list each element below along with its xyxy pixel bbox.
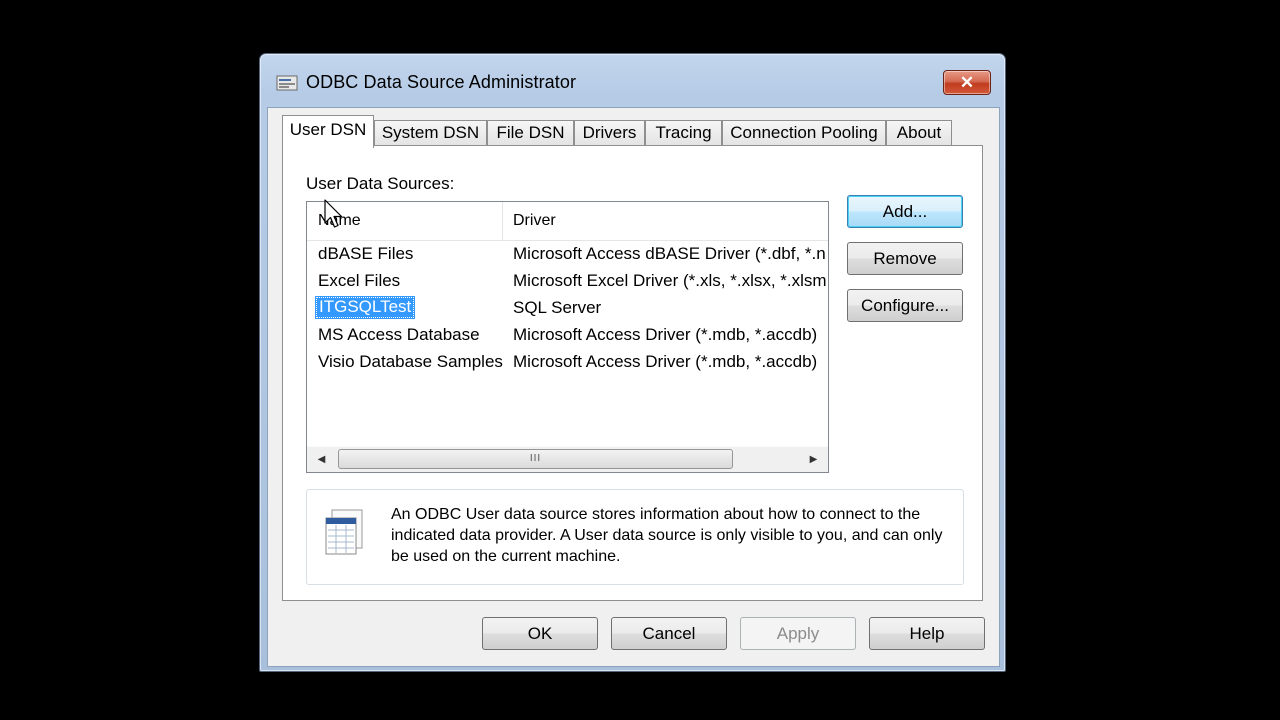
row-driver: Microsoft Excel Driver (*.xls, *.xlsx, *… [513,271,826,290]
close-button[interactable]: ✕ [943,70,991,95]
apply-button[interactable]: Apply [740,617,856,650]
tab-file-dsn[interactable]: File DSN [487,120,574,146]
tab-system-dsn[interactable]: System DSN [374,120,487,146]
row-driver: Microsoft Access Driver (*.mdb, *.accdb) [513,325,818,344]
odbc-admin-window: ODBC Data Source Administrator ✕ User DS… [259,53,1006,672]
cancel-button[interactable]: Cancel [611,617,727,650]
tab-user-dsn[interactable]: User DSN [282,115,374,148]
ok-button[interactable]: OK [482,617,598,650]
info-box: An ODBC User data source stores informat… [306,489,964,585]
scroll-thumb[interactable]: III [338,449,733,469]
row-name: ITGSQLTest [315,296,416,319]
tab-connection-pooling[interactable]: Connection Pooling [722,120,886,146]
list-row[interactable]: MS Access Database Microsoft Access Driv… [307,323,828,350]
info-description: An ODBC User data source stores informat… [391,506,943,565]
list-header: Name Driver [307,202,828,241]
scroll-left-icon[interactable]: ◀ [309,447,334,472]
data-source-info-icon [325,509,363,555]
horizontal-scrollbar[interactable]: ◀ III ▶ [307,446,828,472]
data-source-list[interactable]: Name Driver dBASE Files Microsoft Access… [306,201,829,473]
user-data-sources-label: User Data Sources: [306,174,455,193]
scroll-right-icon[interactable]: ▶ [801,447,826,472]
list-row[interactable]: Visio Database Samples Microsoft Access … [307,350,828,377]
tab-tracing[interactable]: Tracing [645,120,722,146]
row-driver: Microsoft Access dBASE Driver (*.dbf, *.… [513,244,826,263]
mouse-pointer-icon [324,199,343,228]
list-row[interactable]: Excel Files Microsoft Excel Driver (*.xl… [307,269,828,296]
odbc-admin-icon [276,75,298,91]
configure-button[interactable]: Configure... [847,289,963,322]
add-button[interactable]: Add... [847,195,963,228]
list-row-selected[interactable]: ITGSQLTest SQL Server [307,296,828,323]
row-name: MS Access Database [318,325,480,344]
tab-drivers[interactable]: Drivers [574,120,645,146]
help-button[interactable]: Help [869,617,985,650]
column-header-name[interactable]: Name [318,202,501,240]
column-divider[interactable] [502,202,503,240]
window-title: ODBC Data Source Administrator [306,72,577,92]
dialog-client-area: User DSN System DSN File DSN Drivers Tra… [267,107,1000,667]
row-name: Excel Files [318,271,401,290]
row-driver: SQL Server [513,298,602,317]
column-header-driver[interactable]: Driver [513,202,813,240]
user-dsn-panel: User Data Sources: Name Driver dBASE Fil… [282,145,983,601]
tab-about[interactable]: About [886,120,952,146]
row-driver: Microsoft Access Driver (*.mdb, *.accdb) [513,352,818,371]
list-row[interactable]: dBASE Files Microsoft Access dBASE Drive… [307,242,828,269]
row-name: Visio Database Samples [318,352,503,371]
title-bar[interactable]: ODBC Data Source Administrator ✕ [260,54,1005,110]
row-name: dBASE Files [318,244,414,263]
remove-button[interactable]: Remove [847,242,963,275]
